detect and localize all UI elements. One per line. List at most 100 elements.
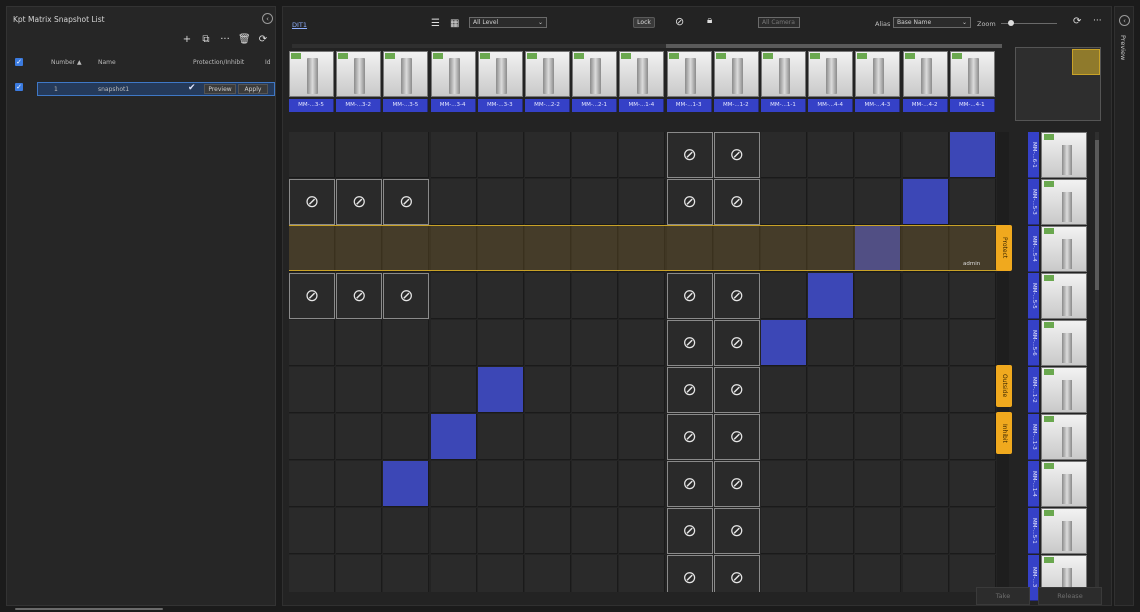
refresh-icon[interactable]: ⟳ [1073,16,1081,27]
refresh-icon[interactable]: ⟳ [257,34,269,46]
crosspoint-cell[interactable] [477,179,524,225]
crosspoint-cell[interactable] [855,555,902,592]
crosspoint-cell[interactable] [430,320,477,366]
column-name[interactable]: Name [98,59,116,66]
destination-label[interactable]: MM-...5-4 [1028,226,1039,272]
vertical-scrollbar[interactable] [1095,132,1099,587]
crosspoint-cell[interactable] [525,132,571,178]
crosspoint-blocked[interactable]: ⊘ [713,555,760,592]
source-thumbnail[interactable] [383,51,429,97]
source-label[interactable]: MM-...3-4 [430,99,476,112]
top-scrollbar[interactable] [292,44,1002,48]
crosspoint-cell[interactable] [949,414,996,460]
crosspoint-blocked[interactable]: ⊘ [713,414,760,460]
crosspoint-cell[interactable] [383,367,430,413]
crosspoint-cell[interactable] [619,555,666,592]
crosspoint-cell[interactable] [383,414,430,460]
copy-icon[interactable]: ⧉ [200,34,212,46]
crosspoint-cell[interactable] [808,461,855,507]
crosspoint-blocked[interactable]: ⊘ [383,273,430,319]
destination-label[interactable]: MM-...1-2 [1028,367,1039,413]
destination-thumbnail[interactable] [1041,508,1087,554]
source-label[interactable]: MM-...2-2 [525,99,570,112]
crosspoint-active[interactable] [949,132,996,178]
crosspoint-cell[interactable] [855,132,902,178]
preview-viewport[interactable] [1072,49,1100,75]
crosspoint-cell[interactable] [289,367,335,413]
crosspoint-cell[interactable] [855,367,902,413]
source-label[interactable]: MM-...4-1 [949,99,995,112]
crosspoint-cell[interactable] [761,179,807,225]
crosspoint-active[interactable] [808,273,855,319]
crosspoint-cell[interactable] [336,367,383,413]
crosspoint-active[interactable] [477,367,524,413]
list-view-icon[interactable]: ☰ [431,18,440,29]
source-label[interactable]: MM-...1-3 [666,99,712,112]
source-label[interactable]: MM-...4-3 [855,99,901,112]
source-label[interactable]: MM-...4-2 [902,99,948,112]
crosspoint-cell[interactable] [902,320,949,366]
add-icon[interactable]: + [181,34,193,46]
crosspoint-blocked[interactable]: ⊘ [666,508,713,554]
source-thumbnail[interactable] [808,51,854,97]
crosspoint-cell[interactable] [477,273,524,319]
crosspoint-cell[interactable] [855,414,902,460]
column-protection[interactable]: Protection/Inhibit [193,59,244,66]
crosspoint-cell[interactable] [525,179,571,225]
destination-label[interactable]: MM-...5-5 [1028,273,1039,319]
crosspoint-blocked[interactable]: ⊘ [713,508,760,554]
destination-thumbnail[interactable] [1041,367,1087,413]
crosspoint-cell[interactable] [430,461,477,507]
crosspoint-cell[interactable] [619,461,666,507]
crosspoint-cell[interactable] [949,320,996,366]
release-button[interactable]: Release [1038,587,1102,605]
crosspoint-cell[interactable] [808,508,855,554]
crosspoint-cell[interactable] [572,320,619,366]
alias-select[interactable]: Base Name ⌄ [893,17,971,28]
destination-thumbnail[interactable] [1041,273,1087,319]
crosspoint-cell[interactable] [383,320,430,366]
source-thumbnail[interactable] [902,51,948,97]
crosspoint-cell[interactable] [525,273,571,319]
crosspoint-cell[interactable] [525,508,571,554]
destination-thumbnail[interactable] [1041,179,1087,225]
protect-tag[interactable]: Protect [996,225,1012,271]
source-thumbnail[interactable] [713,51,759,97]
crosspoint-blocked[interactable]: ⊘ [713,367,760,413]
crosspoint-active[interactable] [430,414,477,460]
crosspoint-cell[interactable] [902,555,949,592]
destination-label[interactable]: MM-...5-1 [1028,508,1039,554]
crosspoint-cell[interactable] [761,555,807,592]
crosspoint-blocked[interactable]: ⊘ [713,179,760,225]
crosspoint-cell[interactable] [477,508,524,554]
crosspoint-blocked[interactable]: ⊘ [666,367,713,413]
crosspoint-cell[interactable] [902,508,949,554]
inhibit-tag[interactable]: Inhibit [996,412,1012,454]
column-id[interactable]: Id [265,59,271,66]
destination-thumbnail[interactable] [1041,320,1087,366]
crosspoint-cell[interactable] [430,132,477,178]
crosspoint-cell[interactable] [383,555,430,592]
grid-view-icon[interactable]: ▦ [450,18,459,29]
crosspoint-cell[interactable] [572,179,619,225]
crosspoint-cell[interactable] [855,273,902,319]
crosspoint-blocked[interactable]: ⊘ [713,320,760,366]
source-label[interactable]: MM-...3-2 [336,99,382,112]
crosspoint-cell[interactable] [949,273,996,319]
padlock-icon[interactable]: 🔒︎ [707,15,712,26]
preview-minimap[interactable] [1015,47,1101,121]
crosspoint-cell[interactable] [289,555,335,592]
crosspoint-blocked[interactable]: ⊘ [666,320,713,366]
crosspoint-cell[interactable] [761,367,807,413]
crosspoint-cell[interactable] [525,414,571,460]
crosspoint-cell[interactable] [949,367,996,413]
crosspoint-blocked[interactable]: ⊘ [289,273,335,319]
crosspoint-blocked[interactable]: ⊘ [666,179,713,225]
crosspoint-cell[interactable] [572,555,619,592]
crosspoint-cell[interactable] [572,132,619,178]
crosspoint-cell[interactable] [572,414,619,460]
source-thumbnail[interactable] [949,51,995,97]
row-checkbox[interactable]: ✓ [15,83,23,91]
vertical-scrollbar-thumb[interactable] [1095,140,1099,290]
source-label[interactable]: MM-...2-1 [572,99,618,112]
